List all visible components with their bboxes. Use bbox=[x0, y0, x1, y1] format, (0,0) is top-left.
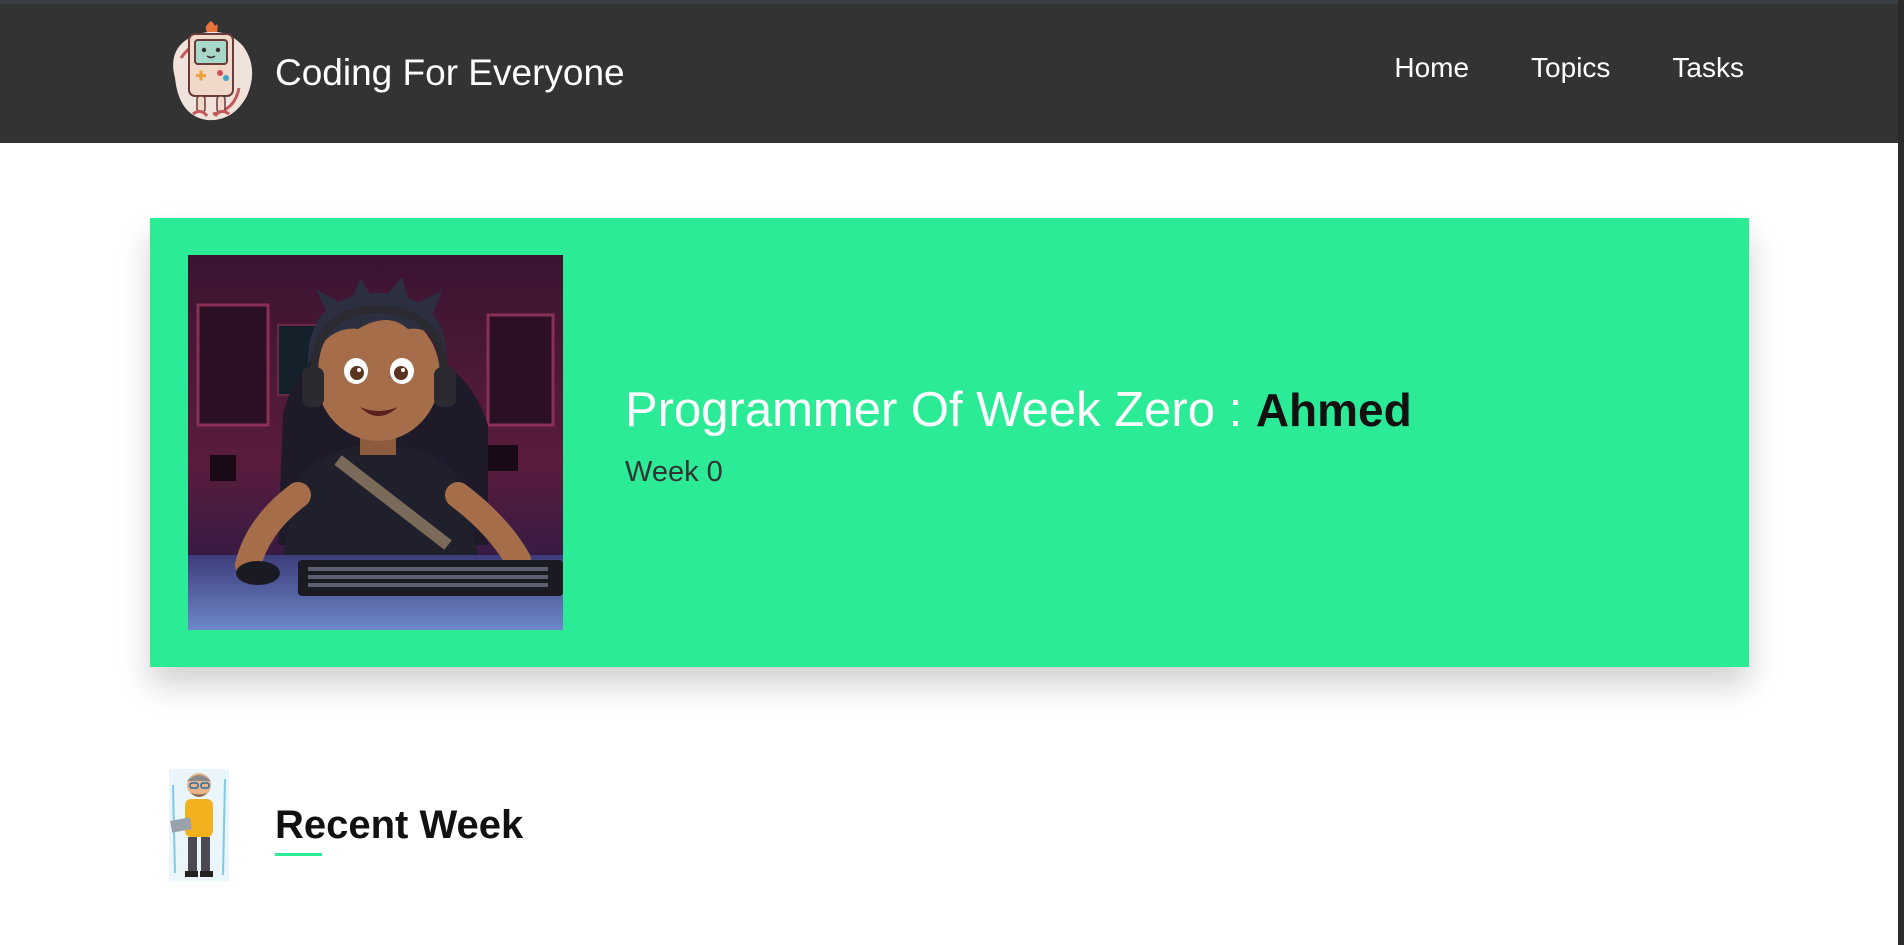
heading-accent-underline bbox=[275, 852, 322, 856]
scrollbar-thumb[interactable] bbox=[1898, 0, 1904, 945]
site-title[interactable]: Coding For Everyone bbox=[275, 52, 625, 94]
hero-title: Programmer Of Week Zero : Ahmed bbox=[625, 382, 1412, 438]
hero-title-prefix: Programmer Of Week Zero : bbox=[625, 383, 1256, 437]
nav-home-link[interactable]: Home bbox=[1394, 52, 1469, 84]
site-header: Coding For Everyone Home Topics Tasks bbox=[0, 0, 1898, 143]
nav-topics-link[interactable]: Topics bbox=[1531, 52, 1610, 84]
recent-week-heading-text: Recent Week bbox=[275, 802, 524, 847]
page-scrollbar[interactable] bbox=[1898, 0, 1904, 945]
main-nav: Home Topics Tasks bbox=[1332, 52, 1744, 84]
gameboy-robot-logo-icon bbox=[173, 21, 253, 121]
nav-tasks-link[interactable]: Tasks bbox=[1672, 52, 1744, 84]
hero-week-label: Week 0 bbox=[625, 456, 723, 488]
recent-week-heading: Recent Week bbox=[275, 802, 524, 856]
hero-text-block: Programmer Of Week Zero : Ahmed Week 0 bbox=[625, 382, 1412, 489]
programmer-of-week-card: Programmer Of Week Zero : Ahmed Week 0 bbox=[150, 218, 1749, 667]
header-top-edge bbox=[0, 0, 1898, 4]
page: Coding For Everyone Home Topics Tasks Pr… bbox=[0, 0, 1904, 945]
recent-week-section: Recent Week bbox=[163, 765, 523, 885]
boy-gamer-at-keyboard-illustration bbox=[188, 255, 563, 630]
programmer-name: Ahmed bbox=[1255, 384, 1412, 436]
brand[interactable]: Coding For Everyone bbox=[163, 18, 625, 128]
programmer-with-laptop-avatar-icon bbox=[169, 769, 229, 881]
